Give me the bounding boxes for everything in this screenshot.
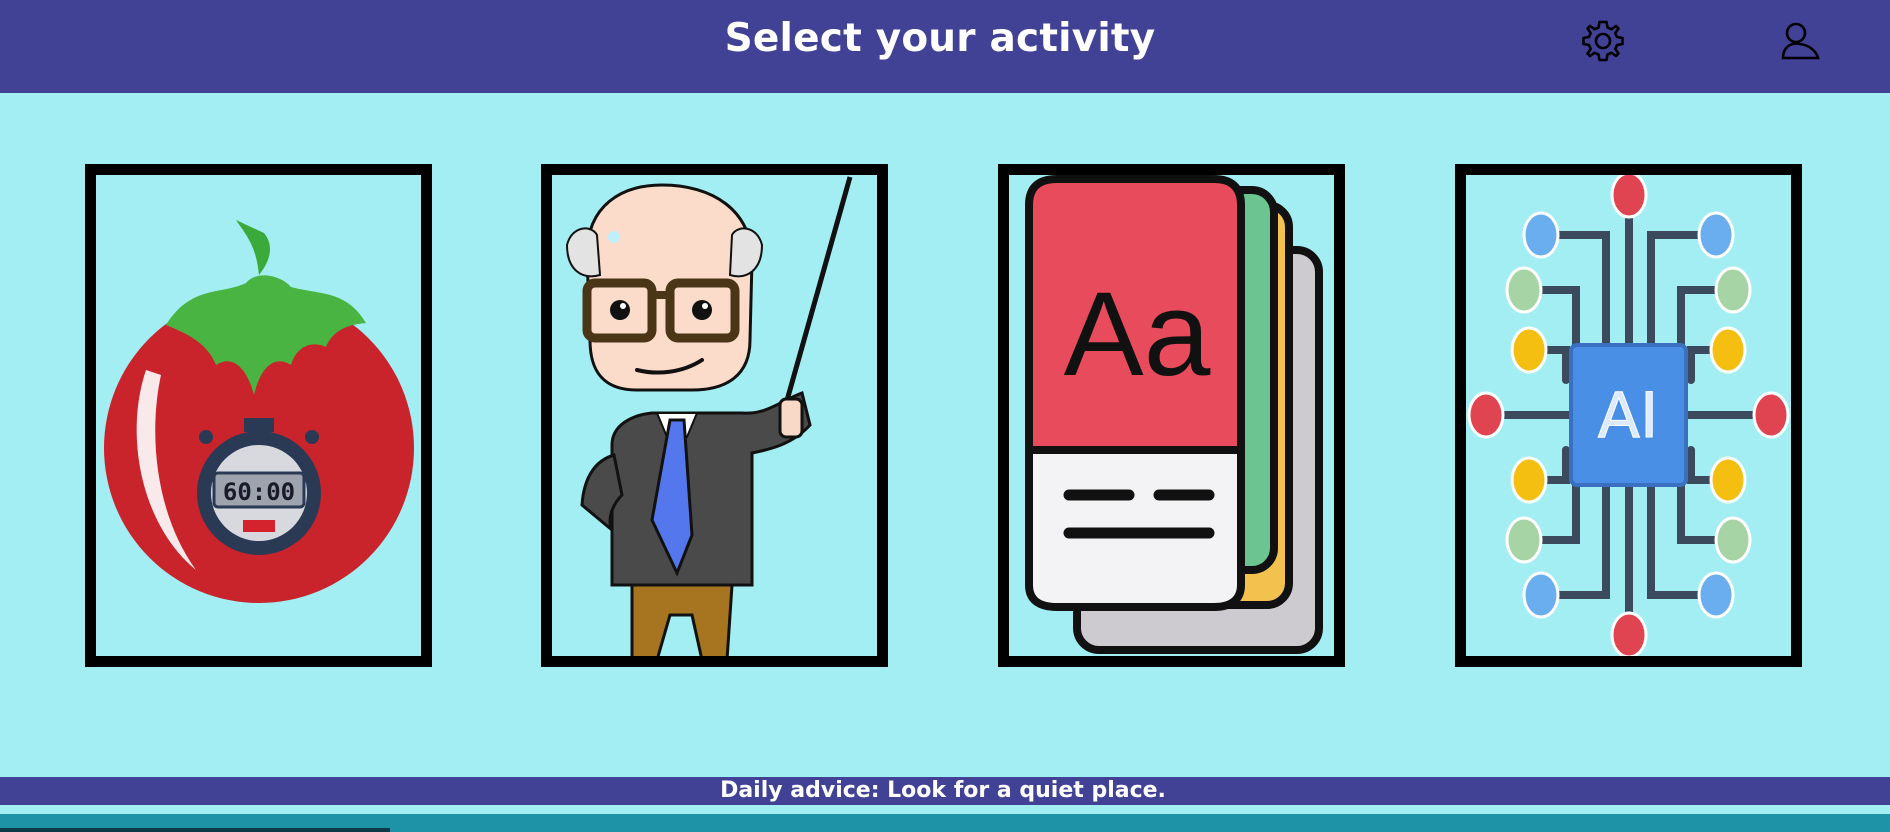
settings-button[interactable]: [1579, 17, 1627, 65]
svg-text:60:00: 60:00: [223, 478, 295, 506]
daily-advice-text: Daily advice: Look for a quiet place.: [720, 778, 1166, 803]
ai-chip-icon: AI: [1467, 175, 1790, 656]
activity-card-dictionary[interactable]: Aa: [998, 164, 1345, 667]
bottom-strip-shadow: [0, 828, 390, 832]
profile-button[interactable]: [1778, 20, 1826, 64]
dictionary-books-icon: Aa: [1025, 175, 1323, 654]
daily-advice-bar: Daily advice: Look for a quiet place.: [0, 777, 1890, 805]
activity-card-pomodoro[interactable]: 60:00: [85, 164, 432, 667]
teacher-icon: [565, 176, 853, 656]
svg-text:Aa: Aa: [1064, 267, 1211, 401]
svg-text:AI: AI: [1598, 379, 1659, 452]
pomodoro-timer-icon: 60:00: [104, 220, 414, 603]
user-icon: [1781, 22, 1820, 60]
gear-icon: [1582, 20, 1624, 62]
activity-card-teacher[interactable]: [541, 164, 888, 667]
activity-card-ai[interactable]: AI: [1455, 164, 1802, 667]
header-bar: Select your activity: [0, 0, 1890, 93]
